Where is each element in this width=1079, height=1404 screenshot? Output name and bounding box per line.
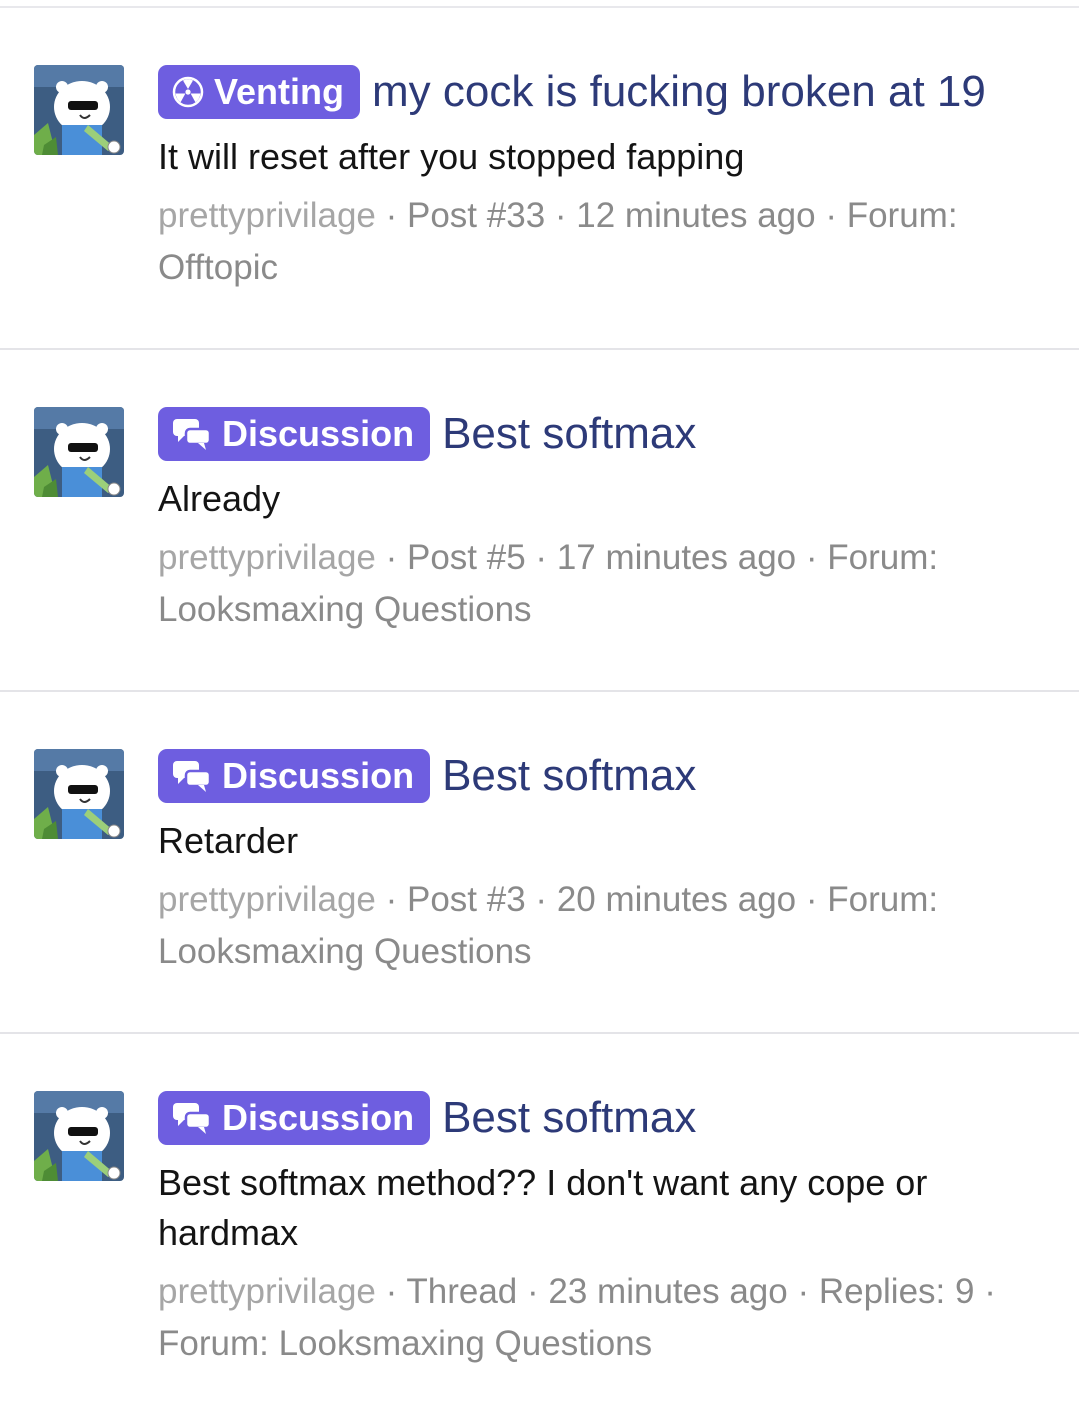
result-title-line[interactable]: Discussion Best softmax (158, 1090, 1038, 1146)
thread-title[interactable]: Best softmax (442, 1093, 696, 1143)
post-time: 23 minutes ago (548, 1272, 788, 1311)
avatar[interactable] (34, 749, 124, 839)
post-time: 17 minutes ago (556, 538, 797, 577)
result-snippet: Retarder (158, 820, 299, 861)
result-snippet: Already (158, 478, 281, 519)
reply-count: Replies: 9 (818, 1272, 975, 1311)
post-type: Thread (406, 1272, 518, 1311)
result-content: Venting my cock is fucking broken at 19 … (158, 64, 1038, 294)
forum-prefix: Forum: (846, 196, 958, 235)
post-type: Post #3 (407, 880, 526, 919)
prefix-label-text: Discussion (222, 1097, 415, 1138)
post-type: Post #33 (407, 196, 546, 235)
prefix-label-text: Discussion (222, 755, 415, 796)
search-result-list: Venting my cock is fucking broken at 19 … (0, 8, 1079, 1404)
result-content: Discussion Best softmax Already prettypr… (158, 406, 1038, 636)
result-content: Discussion Best softmax Retarder prettyp… (158, 748, 1038, 978)
result-meta: prettyprivilage · Post #33 · 12 minutes … (158, 196, 958, 287)
forum-prefix: Forum: (158, 1324, 269, 1363)
username-link[interactable]: prettyprivilage (158, 538, 376, 577)
result-snippet: It will reset after you stopped fapping (158, 136, 745, 177)
result-snippet: Best softmax method?? I don't want any c… (158, 1162, 928, 1253)
avatar[interactable] (34, 1091, 124, 1181)
forum-prefix: Forum: (827, 880, 939, 919)
post-time: 12 minutes ago (576, 196, 816, 235)
search-result[interactable]: Discussion Best softmax Already prettypr… (0, 350, 1079, 692)
thread-title[interactable]: my cock is fucking broken at 19 (372, 67, 986, 117)
result-meta: prettyprivilage · Post #3 · 20 minutes a… (158, 880, 939, 971)
thread-title[interactable]: Best softmax (442, 751, 696, 801)
username-link[interactable]: prettyprivilage (158, 880, 376, 919)
prefix-label-text: Venting (214, 71, 345, 112)
result-title-line[interactable]: Discussion Best softmax (158, 406, 1038, 462)
prefix-label-text: Discussion (222, 413, 415, 454)
prefix-label[interactable]: Venting (158, 65, 361, 119)
chat-bubbles-icon (172, 1101, 212, 1135)
result-meta: prettyprivilage · Post #5 · 17 minutes a… (158, 538, 939, 629)
prefix-label[interactable]: Discussion (158, 749, 431, 803)
result-meta: prettyprivilage · Thread · 23 minutes ag… (158, 1272, 996, 1363)
thread-title[interactable]: Best softmax (442, 409, 696, 459)
forum-link[interactable]: Looksmaxing Questions (158, 590, 532, 629)
top-divider (0, 0, 1079, 8)
search-result[interactable]: Discussion Best softmax Best softmax met… (0, 1034, 1079, 1404)
forum-link[interactable]: Looksmaxing Questions (158, 932, 532, 971)
avatar[interactable] (34, 407, 124, 497)
chat-bubbles-icon (172, 417, 212, 451)
username-link[interactable]: prettyprivilage (158, 196, 376, 235)
forum-link[interactable]: Offtopic (158, 248, 278, 287)
result-content: Discussion Best softmax Best softmax met… (158, 1090, 1038, 1370)
post-type: Post #5 (407, 538, 526, 577)
post-time: 20 minutes ago (556, 880, 797, 919)
chat-bubbles-icon (172, 759, 212, 793)
forum-link[interactable]: Looksmaxing Questions (279, 1324, 653, 1363)
search-result[interactable]: Venting my cock is fucking broken at 19 … (0, 8, 1079, 350)
forum-prefix: Forum: (827, 538, 939, 577)
username-link[interactable]: prettyprivilage (158, 1272, 376, 1311)
avatar[interactable] (34, 65, 124, 155)
radiation-icon (172, 76, 204, 108)
search-result[interactable]: Discussion Best softmax Retarder prettyp… (0, 692, 1079, 1034)
prefix-label[interactable]: Discussion (158, 1091, 431, 1145)
result-title-line[interactable]: Discussion Best softmax (158, 748, 1038, 804)
prefix-label[interactable]: Discussion (158, 407, 431, 461)
result-title-line[interactable]: Venting my cock is fucking broken at 19 (158, 64, 1038, 120)
